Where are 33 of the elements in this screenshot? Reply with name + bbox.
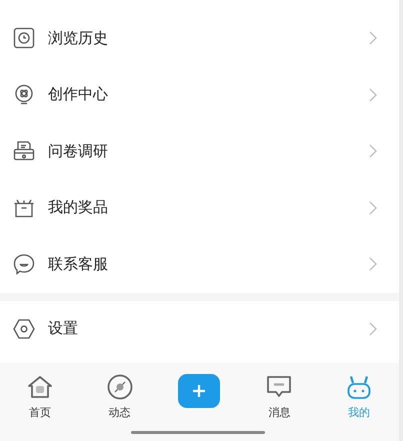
chat-bubble-icon [14,254,34,274]
menu-item[interactable]: 问卷调研 [0,123,399,180]
menu-item[interactable]: 我的奖品 [0,180,399,236]
clock-icon [14,28,34,48]
menu-label: 设置 [48,319,79,338]
tab-item[interactable]: 动态 [80,373,160,441]
gift-icon [14,199,34,217]
menu-label: 创作中心 [48,85,109,104]
menu-item[interactable]: 创作中心 [0,66,399,123]
menu-item[interactable]: 设置 [0,300,399,357]
menu-item[interactable]: 联系客服 [0,236,399,292]
menu-label: 问卷调研 [48,142,109,161]
compass-icon [107,374,132,400]
printer-icon [14,142,34,160]
add-button[interactable] [178,374,220,408]
hexagon-icon [13,319,35,338]
menu-label: 我的奖品 [48,198,109,218]
chevron-icon [369,31,377,46]
menu-item[interactable]: 浏览历史 [0,10,399,66]
robot-icon [348,375,370,399]
chevron-icon [369,144,377,158]
menu-label: 联系客服 [48,254,109,274]
message-icon [267,376,292,397]
home-icon [28,376,52,398]
tab-item[interactable]: 消息 [239,373,320,441]
tab-item[interactable]: 首页 [0,373,80,441]
plus-icon [192,384,206,398]
menu-label: 浏览历史 [48,28,109,48]
chevron-icon [369,200,377,215]
chevron-icon [369,322,377,336]
lightbulb-icon [15,84,33,104]
chevron-icon [369,257,377,272]
chevron-icon [369,88,377,102]
